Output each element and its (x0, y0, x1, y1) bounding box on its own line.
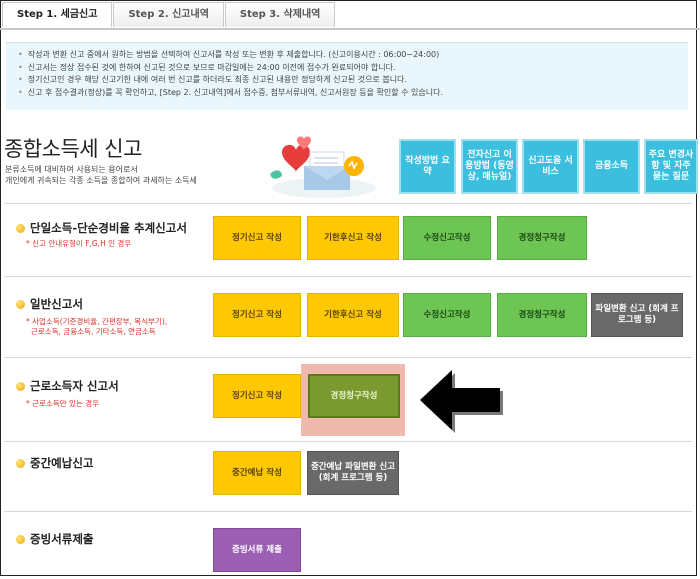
interim-file-conversion-button[interactable]: 중간예납 파일변환 신고 (회계 프로그램 등) (307, 451, 399, 495)
notice-item: 신고 후 접수결과(정상)를 꼭 확인하고, [Step 2. 신고내역]에서 … (18, 87, 688, 100)
notice-item: 신고서는 정상 접수된 것에 한하여 신고된 것으로 보므로 마감일에는 24:… (18, 62, 688, 75)
section-title: 증빙서류제출 (16, 531, 93, 547)
bullet-icon (16, 300, 25, 309)
tab-step2[interactable]: Step 2. 신고내역 (113, 2, 224, 27)
section-title: 근로소득자 신고서 (16, 378, 119, 394)
bullet-icon (16, 535, 25, 544)
page-description: 분류소득에 대비하여 사용되는 용어로서 개인에게 귀속되는 각종 소득을 종합… (5, 164, 197, 186)
bullet-icon (16, 382, 25, 391)
quick-link-summary[interactable]: 작성방법 요약 (399, 139, 456, 194)
divider (4, 511, 692, 512)
section-title: 단일소득-단순경비율 추계신고서 (16, 220, 187, 236)
left-arrow-icon (420, 370, 503, 433)
quick-link-faq[interactable]: 주요 변경사항 및 자주 묻는 질문 (644, 139, 698, 194)
late-filing-button[interactable]: 기한후신고 작성 (307, 293, 399, 337)
amended-filing-button[interactable]: 수정신고작성 (403, 293, 491, 337)
file-conversion-button[interactable]: 파일변환 신고 (회계 프로그램 등) (591, 293, 683, 337)
description-line: 분류소득에 대비하여 사용되는 용어로서 (5, 165, 138, 174)
regular-filing-button[interactable]: 정기신고 작성 (213, 293, 301, 337)
section-title-text: 근로소득자 신고서 (30, 379, 119, 393)
refund-claim-button[interactable]: 경정청구작성 (308, 374, 400, 418)
description-line: 개인에게 귀속되는 각종 소득을 종합하여 과세하는 소득세 (5, 176, 197, 185)
late-filing-button[interactable]: 기한후신고 작성 (307, 216, 399, 260)
divider (4, 203, 692, 204)
refund-claim-button[interactable]: 경정청구작성 (497, 216, 587, 260)
notice-item: 작성과 변환 신고 중에서 원하는 방법을 선택하여 신고서를 작성 또는 변환… (18, 49, 688, 62)
bullet-icon (16, 224, 25, 233)
section-title-text: 일반신고서 (30, 297, 83, 311)
interim-prepayment-button[interactable]: 중간예납 작성 (213, 451, 301, 495)
step-tabs: Step 1. 세금신고 Step 2. 신고내역 Step 3. 삭제내역 (2, 2, 336, 28)
quick-link-financial-income[interactable]: 금융소득 (583, 139, 640, 194)
section-note: * 사업소득(기준경비율, 간편장부, 복식부기), 근로소득, 금융소득, 기… (26, 317, 167, 337)
divider (4, 276, 692, 277)
refund-claim-button[interactable]: 경정청구작성 (497, 293, 587, 337)
section-note: * 근로소득만 있는 경우 (26, 399, 100, 408)
notice-box: 작성과 변환 신고 중에서 원하는 방법을 선택하여 신고서를 작성 또는 변환… (6, 42, 688, 110)
section-title: 일반신고서 (16, 296, 83, 312)
section-title-text: 중간예납신고 (30, 456, 94, 470)
tab-divider (0, 28, 700, 30)
section-title: 중간예납신고 (16, 455, 93, 471)
regular-filing-button[interactable]: 정기신고 작성 (213, 216, 301, 260)
section-title-text: 단일소득-단순경비율 추계신고서 (30, 221, 187, 235)
section-note-line: 근로소득, 금융소득, 기타소득, 연금소득 (31, 327, 156, 336)
regular-filing-button[interactable]: 정기신고 작성 (213, 374, 301, 418)
tab-step1[interactable]: Step 1. 세금신고 (2, 2, 113, 27)
bullet-icon (16, 459, 25, 468)
notice-item: 정기신고인 경우 해당 신고기한 내에 여러 번 신고를 하더라도 최종 신고된… (18, 74, 688, 87)
quick-link-e-filing-guide[interactable]: 전자신고 이용방법 (동영상, 매뉴얼) (461, 139, 518, 194)
section-title-text: 증빙서류제출 (30, 532, 94, 546)
divider (4, 441, 692, 442)
amended-filing-button[interactable]: 수정신고작성 (403, 216, 491, 260)
quick-link-help-service[interactable]: 신고도움 서비스 (522, 139, 579, 194)
tab-step3[interactable]: Step 3. 삭제내역 (224, 2, 336, 27)
divider (4, 357, 692, 358)
section-note: * 신고 안내유형이 F,G,H 인 경우 (26, 239, 132, 248)
envelope-illustration-icon (270, 136, 376, 198)
submit-documents-button[interactable]: 증빙서류 제출 (213, 528, 301, 572)
page-title: 종합소득세 신고 (4, 137, 142, 161)
section-note-line: * 사업소득(기준경비율, 간편장부, 복식부기), (26, 317, 168, 326)
